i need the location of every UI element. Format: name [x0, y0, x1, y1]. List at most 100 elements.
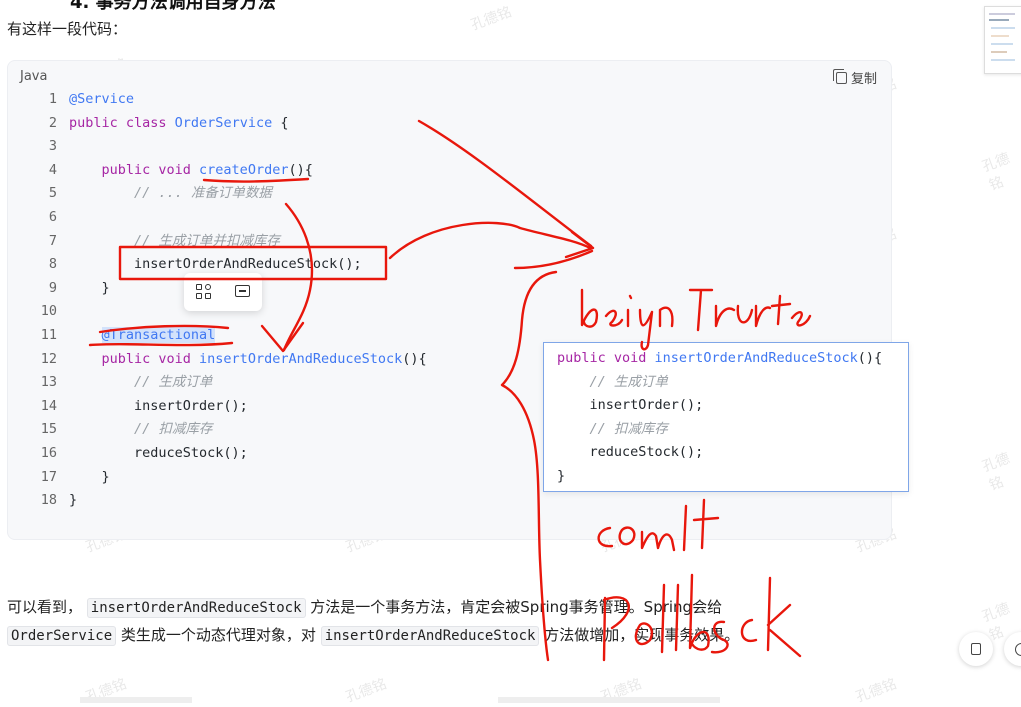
inline-code: OrderService: [7, 626, 116, 646]
line-number: 17: [8, 466, 69, 490]
code-line: 12 public void insertOrderAndReduceStock…: [8, 348, 427, 372]
code-token: public void: [557, 350, 655, 366]
popup-code-line: public void insertOrderAndReduceStock(){: [544, 347, 908, 371]
code-line: 6: [8, 206, 427, 230]
line-number: 4: [8, 159, 69, 183]
line-number: 13: [8, 371, 69, 395]
code-token: }: [69, 492, 77, 508]
code-token: public class: [69, 115, 175, 131]
paragraph-text: 方法做增加，实现事务效果。: [539, 626, 739, 644]
copy-label: 复制: [851, 68, 877, 87]
popup-code-line: insertOrder();: [544, 394, 908, 418]
paragraph-text: 方法是一个事务方法，肯定会被Spring事务管理。Spring会给: [306, 598, 723, 616]
paragraph-text: 类生成一个动态代理对象，对: [116, 626, 321, 644]
copy-icon: [836, 72, 847, 84]
popup-code-line: // 扣减库存: [544, 418, 908, 442]
line-number: 5: [8, 182, 69, 206]
copy-button[interactable]: 复制: [836, 68, 877, 87]
watermark-text: 孔德铭: [343, 673, 389, 706]
code-token: reduceStock();: [557, 444, 703, 460]
paragraph-line-1: 可以看到， insertOrderAndReduceStock 方法是一个事务方…: [7, 596, 722, 617]
watermark-text: 孔德铭: [853, 673, 899, 706]
inline-code: insertOrderAndReduceStock: [321, 626, 540, 646]
line-number: 7: [8, 230, 69, 254]
code-token: }: [557, 468, 565, 484]
code-token: {: [272, 115, 288, 131]
popup-code-line: // 生成订单: [544, 371, 908, 395]
code-token: OrderService: [175, 115, 273, 131]
code-token: // 扣减库存: [69, 421, 212, 437]
code-line: 13 // 生成订单: [8, 371, 427, 395]
code-line: 4 public void createOrder(){: [8, 159, 427, 183]
line-number: 15: [8, 418, 69, 442]
code-line: 7 // 生成订单并扣减库存: [8, 230, 427, 254]
intro-text: 有这样一段代码：: [7, 18, 127, 39]
watermark-text: 孔德铭: [979, 145, 1021, 195]
code-token: insertOrder();: [69, 398, 248, 414]
line-number: 10: [8, 300, 69, 324]
floating-toolbar: [184, 273, 262, 311]
bottom-block-right: [498, 697, 720, 703]
comment-icon[interactable]: [234, 283, 252, 301]
code-line: 16 reduceStock();: [8, 442, 427, 466]
line-number: 12: [8, 348, 69, 372]
line-number: 6: [8, 206, 69, 230]
code-token: insertOrderAndReduceStock();: [69, 256, 362, 272]
code-token: // 扣减库存: [557, 421, 668, 437]
bottom-block-left: [80, 697, 192, 703]
code-token: }: [69, 469, 110, 485]
code-token: insertOrder();: [557, 397, 703, 413]
code-line: 17 }: [8, 466, 427, 490]
paragraph-text: 可以看到，: [7, 598, 87, 616]
line-number: 3: [8, 135, 69, 159]
code-token: [69, 327, 102, 343]
code-token: insertOrderAndReduceStock: [655, 350, 858, 366]
code-token: // 生成订单: [69, 374, 212, 390]
page-thumbnail[interactable]: [984, 6, 1021, 74]
code-token: @Transactional: [102, 327, 216, 343]
inline-code: insertOrderAndReduceStock: [87, 598, 306, 618]
line-number: 9: [8, 277, 69, 301]
popup-code-line: reduceStock();: [544, 441, 908, 465]
code-token: public void: [69, 162, 199, 178]
code-popup-card: public void insertOrderAndReduceStock(){…: [543, 342, 909, 492]
code-token: public void: [69, 351, 199, 367]
line-number: 11: [8, 324, 69, 348]
code-line: 18}: [8, 489, 427, 513]
code-line: 2public class OrderService {: [8, 112, 427, 136]
popup-code-line: }: [544, 465, 908, 489]
code-language-label: Java: [20, 69, 47, 84]
code-token: reduceStock();: [69, 445, 248, 461]
code-line: 1@Service: [8, 88, 427, 112]
code-line: 5 // ... 准备订单数据: [8, 182, 427, 206]
code-token: // 生成订单: [557, 374, 668, 390]
code-token: (){: [858, 350, 882, 366]
document-icon: [971, 643, 981, 655]
paragraph-line-2: OrderService 类生成一个动态代理对象，对 insertOrderAn…: [7, 624, 739, 645]
line-number: 16: [8, 442, 69, 466]
line-number: 2: [8, 112, 69, 136]
code-token: // 生成订单并扣减库存: [69, 233, 280, 249]
popup-code-lines: public void insertOrderAndReduceStock(){…: [544, 343, 908, 489]
code-token: createOrder: [199, 162, 288, 178]
code-line: 11 @Transactional: [8, 324, 427, 348]
code-line: 15 // 扣减库存: [8, 418, 427, 442]
code-line: 3: [8, 135, 427, 159]
code-token: (){: [288, 162, 312, 178]
line-number: 8: [8, 253, 69, 277]
code-token: (){: [402, 351, 426, 367]
handwriting-rollback: [604, 575, 800, 660]
line-number: 18: [8, 489, 69, 513]
code-token: }: [69, 280, 110, 296]
line-number: 1: [8, 88, 69, 112]
watermark-text: 孔德铭: [468, 1, 514, 34]
code-token: @Service: [69, 91, 134, 107]
code-token: // ... 准备订单数据: [69, 185, 272, 201]
apps-grid-icon[interactable]: [195, 283, 213, 301]
code-token: insertOrderAndReduceStock: [199, 351, 402, 367]
code-line: 14 insertOrder();: [8, 395, 427, 419]
watermark-text: 孔德铭: [979, 445, 1021, 495]
clock-icon: [1015, 643, 1021, 656]
side-doc-button[interactable]: [959, 632, 993, 666]
line-number: 14: [8, 395, 69, 419]
